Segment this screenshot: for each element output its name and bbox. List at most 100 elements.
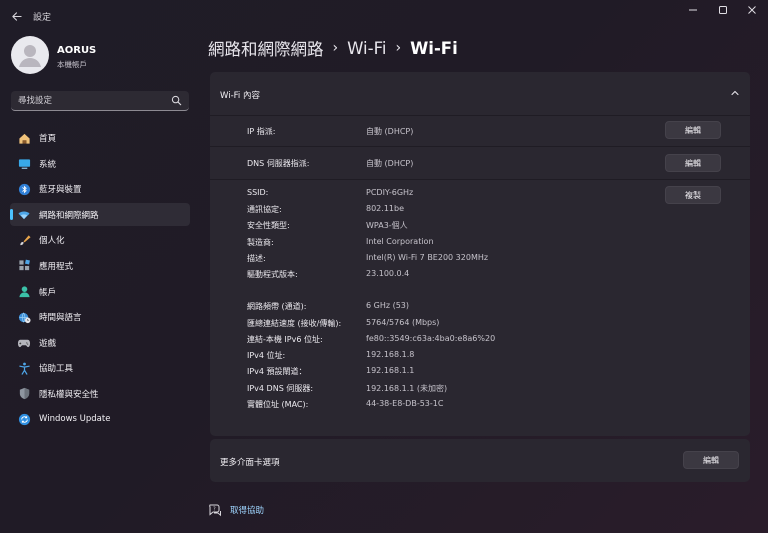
network-icon xyxy=(17,208,31,222)
sidebar-item-label: 協助工具 xyxy=(39,364,74,375)
sidebar-item-label: 時間與語言 xyxy=(39,313,82,324)
detail-label: IPv4 DNS 伺服器: xyxy=(247,384,314,393)
home-icon xyxy=(17,131,31,145)
search-box xyxy=(11,91,189,111)
settings-window: 設定 AORUS 本機帳戶 尋找設定 首頁 系統 藍牙與裝置 網路和網際網路 個… xyxy=(0,0,768,533)
detail-label: 驅動程式版本: xyxy=(247,270,298,279)
sidebar-item-label: 帳戶 xyxy=(39,287,57,298)
accessibility-icon xyxy=(17,361,31,375)
sidebar-item-label: 首頁 xyxy=(39,134,57,144)
sidebar-item-time-language[interactable]: 時間與語言 xyxy=(10,305,190,328)
sidebar-item-network[interactable]: 網路和網際網路 xyxy=(10,202,190,226)
wifi-properties-panel: Wi-Fi 內容 IP 指派: 自動 (DHCP) 編輯 DNS 伺服器指派: … xyxy=(210,72,750,436)
sidebar-item-privacy-security[interactable]: 隱私權與安全性 xyxy=(10,382,190,405)
arrow-left-icon xyxy=(11,11,22,21)
sidebar-nav: 首頁 系統 藍牙與裝置 網路和網際網路 個人化 應用程式 帳戶 時間與語言 遊戲… xyxy=(10,126,190,433)
sidebar-item-system[interactable]: 系統 xyxy=(10,152,190,175)
edit-ip-button[interactable]: 編輯 xyxy=(665,121,721,139)
profile-name: AORUS xyxy=(57,45,97,56)
minimize-icon xyxy=(689,9,697,11)
sidebar-item-accounts[interactable]: 帳戶 xyxy=(10,280,190,303)
sidebar-item-label: 隱私權與安全性 xyxy=(39,389,99,400)
detail-label: SSID: xyxy=(247,188,269,197)
wifi-properties-header[interactable]: Wi-Fi 內容 xyxy=(210,72,750,116)
title-bar: 設定 xyxy=(0,0,768,32)
detail-value: Intel Corporation xyxy=(366,237,434,246)
detail-label: 安全性類型: xyxy=(247,221,290,230)
app-title: 設定 xyxy=(33,13,52,23)
sidebar-item-gaming[interactable]: 遊戲 xyxy=(10,331,190,354)
sidebar-item-label: 遊戲 xyxy=(39,338,57,349)
ip-assignment-label: IP 指派: xyxy=(247,127,276,136)
sidebar-item-accessibility[interactable]: 協助工具 xyxy=(10,356,190,379)
sidebar-item-label: 藍牙與裝置 xyxy=(39,185,82,196)
detail-value: 192.168.1.8 xyxy=(366,350,415,359)
gamepad-icon xyxy=(17,336,31,350)
account-icon xyxy=(17,285,31,299)
edit-adapter-button[interactable]: 編輯 xyxy=(683,451,739,469)
page-title: Wi-Fi xyxy=(410,38,458,58)
back-button[interactable] xyxy=(6,6,26,26)
breadcrumb-wifi[interactable]: Wi-Fi xyxy=(347,39,386,58)
dns-assignment-row: DNS 伺服器指派: 自動 (DHCP) 編輯 xyxy=(210,147,750,180)
maximize-icon xyxy=(719,6,727,14)
detail-label: 網路頻帶 (通道): xyxy=(247,302,307,311)
svg-text:?: ? xyxy=(213,506,216,512)
close-button[interactable] xyxy=(737,2,767,18)
sidebar-item-home[interactable]: 首頁 xyxy=(10,126,190,149)
detail-label: 實體位址 (MAC): xyxy=(247,400,309,409)
chevron-right-icon: › xyxy=(332,40,339,56)
detail-value: 23.100.0.4 xyxy=(366,269,410,278)
detail-value: 5764/5764 (Mbps) xyxy=(366,318,440,327)
sidebar-item-label: 網路和網際網路 xyxy=(39,210,99,221)
detail-label: 描述: xyxy=(247,254,266,263)
shield-icon xyxy=(17,387,31,401)
sidebar-item-windows-update[interactable]: Windows Update xyxy=(10,408,190,431)
brush-icon xyxy=(17,233,31,247)
detail-value: 192.168.1.1 xyxy=(366,366,415,375)
sidebar-item-label: 系統 xyxy=(39,159,57,170)
profile-subtitle: 本機帳戶 xyxy=(57,60,87,69)
detail-value: Intel(R) Wi-Fi 7 BE200 320MHz xyxy=(366,253,489,262)
sidebar-item-label: 應用程式 xyxy=(39,261,74,272)
detail-value: 192.168.1.1 (未加密) xyxy=(366,384,448,393)
get-help-link[interactable]: 取得協助 xyxy=(230,504,264,516)
minimize-button[interactable] xyxy=(678,2,708,18)
breadcrumb-network[interactable]: 網路和網際網路 xyxy=(208,36,324,60)
detail-value: PCDIY-6GHz xyxy=(366,188,414,197)
get-help: ? 取得協助 xyxy=(208,503,264,517)
sidebar-item-bluetooth[interactable]: 藍牙與裝置 xyxy=(10,177,190,200)
sidebar-item-label: Windows Update xyxy=(39,413,111,424)
close-icon xyxy=(748,6,756,14)
bluetooth-icon xyxy=(17,182,31,196)
copy-button[interactable]: 複製 xyxy=(665,186,721,204)
sidebar-item-label: 個人化 xyxy=(39,236,65,247)
breadcrumb: 網路和網際網路 › Wi-Fi › Wi-Fi xyxy=(208,36,458,60)
chevron-right-icon: › xyxy=(395,40,402,56)
ip-assignment-value: 自動 (DHCP) xyxy=(366,127,414,136)
edit-dns-button[interactable]: 編輯 xyxy=(665,154,721,172)
more-adapter-options-label: 更多介面卡選項 xyxy=(220,458,280,468)
system-icon xyxy=(17,157,31,171)
help-chat-icon: ? xyxy=(209,504,221,517)
detail-label: 製造商: xyxy=(247,238,274,247)
detail-value: 802.11be xyxy=(366,204,404,213)
chevron-up-icon[interactable] xyxy=(730,88,740,98)
sidebar-item-personalization[interactable]: 個人化 xyxy=(10,228,190,251)
apps-icon xyxy=(17,259,31,273)
detail-label: 連結-本機 IPv6 位址: xyxy=(247,335,323,344)
dns-assignment-value: 自動 (DHCP) xyxy=(366,159,414,168)
search-icon[interactable] xyxy=(171,95,182,106)
more-adapter-options-row: 更多介面卡選項 編輯 xyxy=(210,439,750,482)
detail-value: fe80::3549:c63a:4ba0:e8a6%20 xyxy=(366,334,496,343)
windows-update-icon xyxy=(17,413,31,427)
dns-assignment-label: DNS 伺服器指派: xyxy=(247,159,310,168)
panel-title: Wi-Fi 內容 xyxy=(220,91,260,101)
detail-label: 匯總連結速度 (接收/傳輸): xyxy=(247,319,342,328)
sidebar-item-apps[interactable]: 應用程式 xyxy=(10,254,190,277)
globe-clock-icon xyxy=(17,310,31,324)
detail-label: 通訊協定: xyxy=(247,205,282,214)
maximize-button[interactable] xyxy=(708,2,738,18)
detail-value: 44-38-E8-DB-53-1C xyxy=(366,399,444,408)
search-input[interactable] xyxy=(11,91,168,110)
